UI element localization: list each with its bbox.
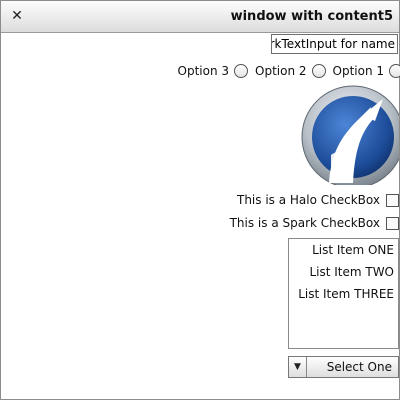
name-text-value: SparkTextInput for name (271, 37, 395, 51)
list-item[interactable]: List Item TWO (289, 261, 398, 283)
window-content: SparkTextInput for name Option 3 Option … (1, 33, 400, 399)
spark-checkbox-label: This is a Spark CheckBox (229, 216, 380, 230)
spark-checkbox[interactable]: This is a Spark CheckBox (230, 215, 399, 231)
radio-circle-icon[interactable] (389, 64, 400, 78)
list-item[interactable]: List Item THREE (289, 283, 398, 305)
radio-label: Option 1 (332, 64, 385, 78)
item-list[interactable]: List Item ONE List Item TWO List Item TH… (288, 238, 399, 349)
halo-checkbox-label: This is a Halo CheckBox (237, 193, 380, 207)
window-title: window with content5 (230, 9, 393, 24)
dropdown-label: Select One (326, 360, 392, 374)
chevron-down-icon[interactable]: ▼ (289, 357, 307, 377)
radio-label: Option 2 (255, 64, 307, 78)
name-text-input[interactable]: SparkTextInput for name (271, 34, 398, 54)
option-radio-group: Option 3 Option 2 Option 1 (171, 62, 400, 80)
radio-option-3[interactable]: Option 3 (177, 64, 248, 78)
select-dropdown[interactable]: ▼ Select One (288, 356, 399, 378)
radio-option-2[interactable]: Option 2 (255, 64, 326, 78)
title-bar: ✕ window with content5 (1, 1, 399, 33)
halo-checkbox[interactable]: This is a Halo CheckBox (237, 192, 399, 208)
checkbox-square-icon[interactable] (386, 216, 399, 230)
list-item[interactable]: List Item ONE (289, 239, 398, 261)
app-window: ✕ window with content5 SparkTextInput fo… (0, 0, 400, 400)
radio-label: Option 3 (177, 64, 230, 78)
radio-option-1[interactable]: Option 1 (333, 64, 400, 78)
checkbox-square-icon[interactable] (386, 193, 399, 207)
radio-circle-icon[interactable] (234, 64, 248, 78)
flex-app-logo-icon (301, 85, 399, 185)
close-icon[interactable]: ✕ (9, 7, 25, 25)
radio-circle-icon[interactable] (311, 64, 326, 78)
